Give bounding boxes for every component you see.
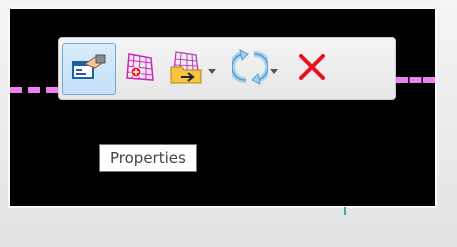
properties-button[interactable] [62, 42, 116, 95]
canvas-element [344, 207, 346, 215]
rotate-icon [229, 48, 271, 90]
chevron-down-icon[interactable] [270, 69, 278, 74]
context-toolbar [58, 37, 396, 100]
chevron-down-icon[interactable] [208, 69, 216, 74]
properties-tooltip: Properties [99, 144, 197, 172]
dashed-line-left [10, 87, 58, 93]
rotate-button[interactable] [224, 43, 286, 95]
properties-icon [71, 50, 107, 88]
close-button[interactable] [290, 43, 334, 95]
mesh-export-icon [168, 49, 206, 89]
mesh-point-button[interactable] [120, 43, 160, 95]
dashed-line-right [396, 77, 435, 83]
close-icon [297, 52, 327, 86]
mesh-export-button[interactable] [164, 43, 220, 95]
mesh-point-icon [123, 50, 157, 88]
